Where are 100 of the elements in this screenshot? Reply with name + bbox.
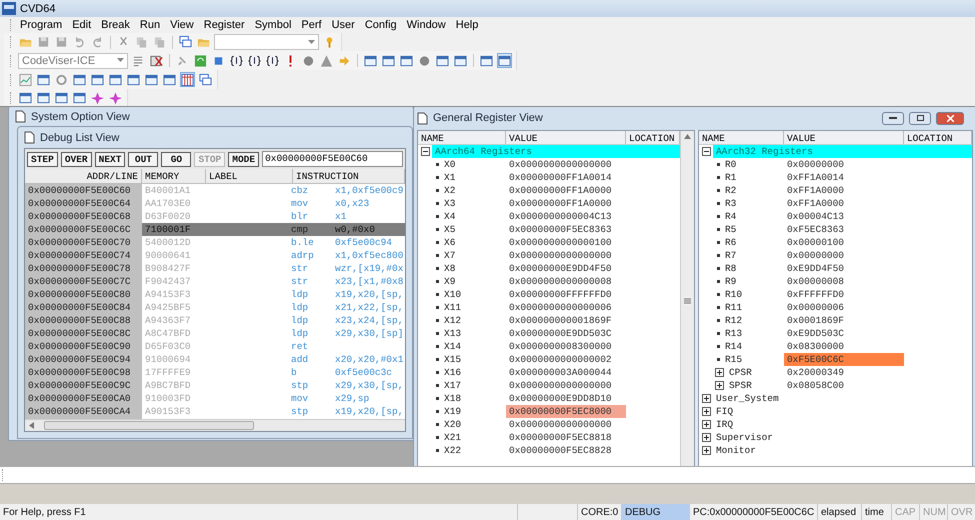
register-value[interactable]: 0x0000000000000000 bbox=[506, 158, 626, 171]
code-row[interactable]: 0x00000000F5E00C80 A94153F3 ldp x19,x20,[sp, bbox=[25, 288, 405, 301]
expand-icon[interactable] bbox=[702, 446, 711, 455]
register-value[interactable]: 0x0000000008300000 bbox=[506, 340, 626, 353]
collapse-icon[interactable] bbox=[702, 147, 711, 156]
register-value[interactable]: 0xF5E00C6C bbox=[784, 353, 904, 366]
code-row[interactable]: 0x00000000F5E00C9C A9BC7BFD stp x29,x30,[sp, bbox=[25, 379, 405, 392]
group-label[interactable]: AArch32 Registers bbox=[712, 145, 972, 158]
vertical-scrollbar[interactable] bbox=[680, 131, 694, 466]
register-value[interactable]: 0x00000000E9DD4F50 bbox=[506, 262, 626, 275]
register-value[interactable]: 0xFFFFFFD0 bbox=[784, 288, 904, 301]
mode-group[interactable]: Monitor bbox=[716, 445, 756, 456]
register-value[interactable]: 0xF5EC8363 bbox=[784, 223, 904, 236]
register-name[interactable]: SPSR bbox=[728, 380, 752, 391]
register-value[interactable]: 0x00000100 bbox=[784, 236, 904, 249]
mode-group[interactable]: IRQ bbox=[716, 419, 734, 430]
register-value[interactable]: 0x00000000FF1A0000 bbox=[506, 197, 626, 210]
command-button[interactable]: MODE bbox=[228, 152, 260, 166]
register-value[interactable]: 0x00000000F5EC8363 bbox=[506, 223, 626, 236]
register-value[interactable]: 0x0000000000000008 bbox=[506, 275, 626, 288]
command-button[interactable]: GO bbox=[161, 152, 192, 166]
code-row[interactable]: 0x00000000F5E00C94 91000694 add x20,x20,#0x1 bbox=[25, 353, 405, 366]
register-value[interactable]: 0x00000000FF1A0014 bbox=[506, 171, 626, 184]
code-row[interactable]: 0x00000000F5E00CA4 A90153F3 stp x19,x20,[sp, bbox=[25, 405, 405, 418]
column-header[interactable]: MEMORY bbox=[142, 169, 206, 183]
column-header[interactable]: ADDR/LINE bbox=[25, 169, 142, 183]
menu-item[interactable]: View bbox=[165, 19, 199, 31]
code-row[interactable]: 0x00000000F5E00C74 90000641 adrp x1,0xf5ec800 bbox=[25, 249, 405, 262]
menu-item[interactable]: User bbox=[326, 19, 360, 31]
column-header[interactable]: VALUE bbox=[506, 131, 626, 144]
menu-item[interactable]: Edit bbox=[67, 19, 96, 31]
code-row[interactable]: 0x00000000F5E00C88 A94363F7 ldp x23,x24,[sp, bbox=[25, 314, 405, 327]
column-header[interactable]: INSTRUCTION bbox=[293, 169, 405, 183]
expand-icon[interactable] bbox=[702, 394, 711, 403]
register-value[interactable]: 0x08300000 bbox=[784, 340, 904, 353]
combo-field[interactable] bbox=[214, 34, 319, 50]
code-row[interactable]: 0x00000000F5E00C70 5400012D b.le 0xf5e00c94 bbox=[25, 236, 405, 249]
register-value[interactable]: 0x00000000E9DD8D10 bbox=[506, 392, 626, 405]
register-value[interactable]: 0x00000000E9DD503C bbox=[506, 327, 626, 340]
register-value[interactable]: 0xE9DD503C bbox=[784, 327, 904, 340]
mode-group[interactable]: User_System bbox=[716, 393, 779, 404]
menu-item[interactable]: Program bbox=[15, 19, 68, 31]
menu-item[interactable]: Help bbox=[450, 19, 484, 31]
register-value[interactable]: 0x0000000000000100 bbox=[506, 236, 626, 249]
register-value[interactable]: 0x0000000000000000 bbox=[506, 379, 626, 392]
expand-icon[interactable] bbox=[714, 368, 724, 377]
register-value[interactable]: 0x00000006 bbox=[784, 301, 904, 314]
command-button[interactable]: OUT bbox=[128, 152, 158, 166]
register-value[interactable]: 0x0000000000000000 bbox=[506, 249, 626, 262]
register-value[interactable]: 0xFF1A0000 bbox=[784, 184, 904, 197]
register-value[interactable]: 0xFF1A0000 bbox=[784, 197, 904, 210]
register-name[interactable]: CPSR bbox=[728, 367, 752, 378]
group-label[interactable]: AArch64 Registers bbox=[432, 145, 680, 158]
minimize-button[interactable] bbox=[882, 112, 904, 124]
column-header[interactable]: LOCATION bbox=[904, 131, 972, 144]
command-button[interactable]: OVER bbox=[60, 152, 92, 166]
register-value[interactable]: 0x0000000000000006 bbox=[506, 301, 626, 314]
command-button[interactable]: STEP bbox=[27, 152, 58, 166]
command-field[interactable] bbox=[0, 466, 975, 484]
register-value[interactable]: 0x00000000F5EC8000 bbox=[506, 405, 626, 418]
code-row[interactable]: 0x00000000F5E00C60 B40001A1 cbz x1,0xf5e00c9 bbox=[25, 184, 405, 197]
mode-group[interactable]: Supervisor bbox=[716, 432, 773, 443]
register-value[interactable]: 0x0001869F bbox=[784, 314, 904, 327]
column-header[interactable]: NAME bbox=[418, 131, 506, 144]
code-row[interactable]: 0x00000000F5E00C64 AA1703E0 mov x0,x23 bbox=[25, 197, 405, 210]
register-value[interactable]: 0x0000000000000002 bbox=[506, 353, 626, 366]
register-value[interactable]: 0x0000000000004C13 bbox=[506, 210, 626, 223]
code-row[interactable]: 0x00000000F5E00C8C A8C47BFD ldp x29,x30,[sp] bbox=[25, 327, 405, 340]
register-value[interactable]: 0x00000000F5EC8828 bbox=[506, 444, 626, 457]
register-value[interactable]: 0x00000000FFFFFFD0 bbox=[506, 288, 626, 301]
column-header[interactable]: LABEL bbox=[206, 169, 293, 183]
register-value[interactable]: 0x000000000001869F bbox=[506, 314, 626, 327]
target-select[interactable]: CodeViser-ICE bbox=[18, 52, 128, 68]
register-value[interactable]: 0x00000000FF1A0000 bbox=[506, 184, 626, 197]
close-button[interactable] bbox=[936, 112, 964, 124]
code-row[interactable]: 0x00000000F5E00C7C F9042437 str x23,[x1,#0x8 bbox=[25, 275, 405, 288]
menu-item[interactable]: Break bbox=[96, 19, 135, 31]
mode-group[interactable]: FIQ bbox=[716, 406, 734, 417]
maximize-button[interactable] bbox=[909, 112, 931, 124]
expand-icon[interactable] bbox=[702, 420, 711, 429]
register-value[interactable]: 0x00000000 bbox=[784, 158, 904, 171]
register-value[interactable]: 0x000000003A000044 bbox=[506, 366, 626, 379]
register-value[interactable]: 0x00000000F5EC8818 bbox=[506, 431, 626, 444]
menu-item[interactable]: Run bbox=[134, 19, 166, 31]
address-field[interactable]: 0x00000000F5E00C60 bbox=[262, 151, 403, 167]
command-button[interactable]: NEXT bbox=[94, 152, 126, 166]
code-row[interactable]: 0x00000000F5E00C90 D65F03C0 ret bbox=[25, 340, 405, 353]
menu-item[interactable]: Config bbox=[360, 19, 402, 31]
menu-item[interactable]: Register bbox=[198, 19, 250, 31]
register-value[interactable]: 0xFF1A0014 bbox=[784, 171, 904, 184]
expand-icon[interactable] bbox=[702, 407, 711, 416]
column-header[interactable]: NAME bbox=[698, 131, 784, 144]
expand-icon[interactable] bbox=[714, 381, 724, 390]
menu-item[interactable]: Perf bbox=[296, 19, 327, 31]
register-value[interactable]: 0x0000000000000000 bbox=[506, 418, 626, 431]
menu-item[interactable]: Symbol bbox=[250, 19, 296, 31]
code-row[interactable]: 0x00000000F5E00C98 17FFFFE9 b 0xf5e00c3c bbox=[25, 366, 405, 379]
register-value[interactable]: 0xE9DD4F50 bbox=[784, 262, 904, 275]
register-value[interactable]: 0x00000008 bbox=[784, 275, 904, 288]
register-value[interactable]: 0x00000000 bbox=[784, 249, 904, 262]
